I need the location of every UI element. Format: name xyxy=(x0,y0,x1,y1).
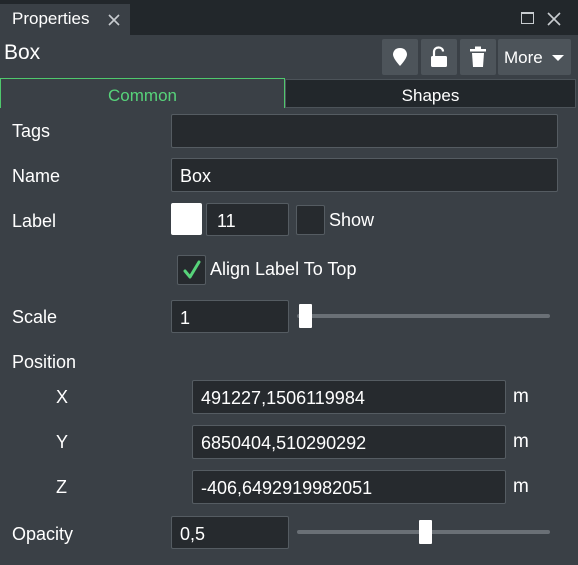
trash-icon xyxy=(469,46,487,73)
position-z-value: -406,6492919982051 xyxy=(201,478,373,498)
opacity-input[interactable]: 0,5 xyxy=(171,516,289,549)
label-color-swatch[interactable] xyxy=(171,203,202,235)
show-label-text: Show xyxy=(329,210,375,230)
position-z-unit: m xyxy=(513,476,529,497)
position-x-unit: m xyxy=(513,386,529,407)
opacity-slider-thumb[interactable] xyxy=(419,520,432,544)
position-x-label: X xyxy=(56,387,69,407)
tab-common[interactable]: Common xyxy=(0,78,285,108)
position-x-input[interactable]: 491227,1506119984 xyxy=(192,380,506,414)
name-value: Box xyxy=(180,166,212,186)
label-size-value: 11 xyxy=(217,211,236,231)
tab-common-label: Common xyxy=(108,86,177,105)
position-y-unit: m xyxy=(513,431,529,452)
more-label: More xyxy=(504,48,543,67)
scale-input[interactable]: 1 xyxy=(171,300,289,333)
tags-input[interactable] xyxy=(171,114,558,148)
unlock-icon xyxy=(429,46,449,73)
delete-button[interactable] xyxy=(460,39,496,75)
align-label-top-text: Align Label To Top xyxy=(210,259,357,279)
name-label: Name xyxy=(12,166,61,186)
position-label: Position xyxy=(12,352,77,372)
tab-shapes[interactable]: Shapes xyxy=(285,79,576,108)
scale-slider-track[interactable] xyxy=(297,314,550,318)
tags-label: Tags xyxy=(12,121,51,141)
label-size-input[interactable]: 11 xyxy=(206,203,289,236)
more-dropdown-button[interactable]: More xyxy=(498,39,571,75)
position-y-input[interactable]: 6850404,510290292 xyxy=(192,425,506,459)
scale-label: Scale xyxy=(12,307,58,327)
properties-panel-tab[interactable]: Properties xyxy=(0,4,130,35)
position-y-value: 6850404,510290292 xyxy=(201,433,367,453)
chevron-down-icon xyxy=(552,55,564,61)
opacity-label: Opacity xyxy=(12,524,74,544)
position-y-label: Y xyxy=(56,432,69,452)
name-input[interactable]: Box xyxy=(171,158,558,192)
unlock-button[interactable] xyxy=(421,39,457,75)
scale-slider-thumb[interactable] xyxy=(299,304,312,328)
label-label: Label xyxy=(12,211,57,231)
close-icon[interactable] xyxy=(106,12,122,28)
object-title: Box xyxy=(4,41,41,64)
window-close-icon[interactable] xyxy=(546,11,562,27)
position-x-value: 491227,1506119984 xyxy=(201,388,365,408)
pin-icon xyxy=(391,47,409,72)
opacity-value: 0,5 xyxy=(180,524,206,544)
scale-value: 1 xyxy=(180,308,191,328)
tab-shapes-label: Shapes xyxy=(401,86,460,105)
pin-button[interactable] xyxy=(382,39,418,75)
checkmark-icon xyxy=(181,259,203,286)
position-z-label: Z xyxy=(56,477,67,497)
properties-tab-label: Properties xyxy=(12,9,90,28)
position-z-input[interactable]: -406,6492919982051 xyxy=(192,470,506,504)
align-label-top-checkbox[interactable] xyxy=(177,255,206,285)
maximize-icon[interactable] xyxy=(521,12,534,24)
show-label-checkbox[interactable] xyxy=(296,205,325,235)
